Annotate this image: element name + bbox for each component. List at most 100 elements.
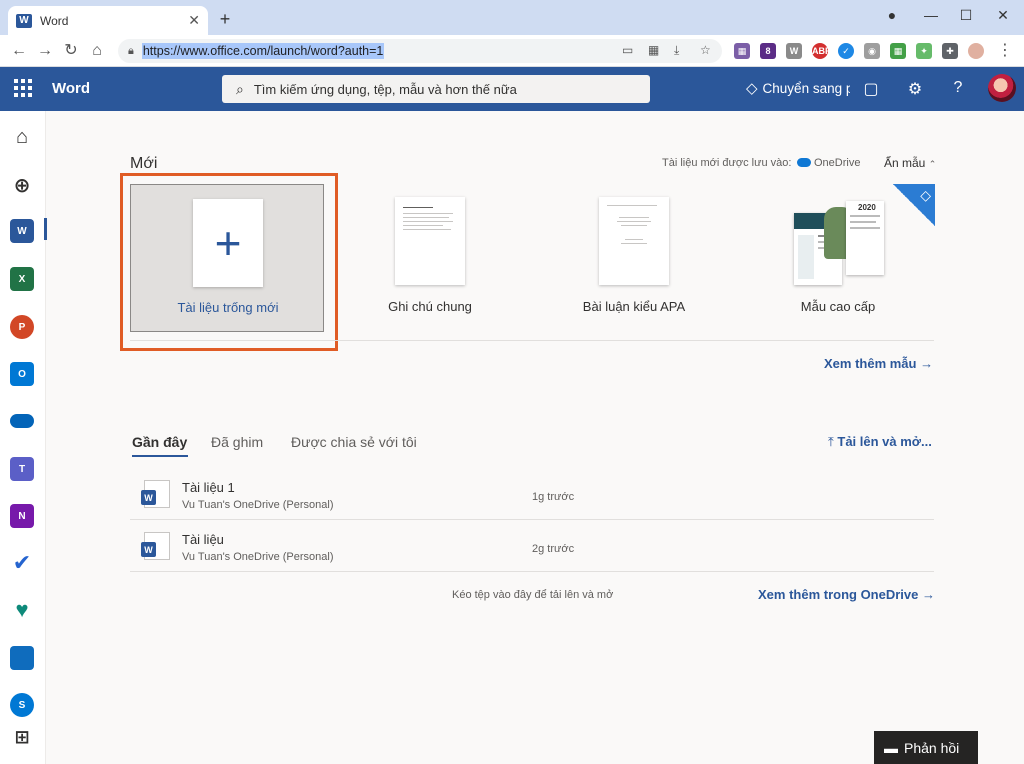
profile-avatar-icon[interactable] [968,43,984,59]
extension-icon[interactable]: ▦ [734,43,750,59]
chevron-up-icon: ⌃ [928,159,937,169]
upload-arrow-icon: ⤒ [828,434,834,449]
outlook-app-icon[interactable]: O [10,362,34,386]
new-section-title: Mới [130,155,158,172]
app-rail: ⌂ ⊕ W X P O T N ✔ ♥ S ⊞ [0,111,47,764]
browser-tab[interactable]: W Word ✕ [8,6,208,35]
bookmark-star-icon[interactable]: ☆ [700,43,711,57]
excel-app-icon[interactable]: X [10,267,34,291]
address-bar[interactable]: 🔒︎ https://www.office.com/launch/word?au… [118,39,722,63]
resume-year: 2020 [858,203,876,212]
extension-badge-icon[interactable]: 8 [760,43,776,59]
leaf-extension-icon[interactable]: ✦ [916,43,932,59]
more-templates-label: Xem thêm mẫu [824,356,917,371]
todo-app-icon[interactable]: ✔ [10,550,34,575]
premium-templates-thumbnail[interactable]: 2020 [794,201,886,285]
new-tab-button[interactable]: + [214,9,236,30]
plus-icon: + [214,217,242,269]
file-name[interactable]: Tài liệu 1 [182,480,235,495]
settings-gear-icon[interactable]: ⚙ [904,79,926,99]
blank-document-label: Tài liệu trống mới [177,300,279,315]
apa-essay-thumbnail[interactable] [599,197,669,285]
diamond-icon: ◇ [920,187,931,203]
file-location: Vu Tuan's OneDrive (Personal) [182,499,334,511]
file-name[interactable]: Tài liệu [182,532,224,547]
puzzle-extensions-icon[interactable]: ✚ [942,43,958,59]
save-location-label: Tài liệu mới được lưu vào: [662,157,792,169]
teams-app-icon[interactable]: T [10,457,34,481]
browser-tab-strip: W Word ✕ + ● — ☐ ✕ [0,0,1024,35]
close-window-button[interactable]: ✕ [988,4,1018,26]
tab-recent[interactable]: Gần đây [132,434,187,450]
cast-icon[interactable]: ▭ [622,43,633,57]
lock-icon[interactable]: 🔒︎ [128,45,134,58]
premium-button[interactable]: ◇ Chuyển sang p [746,79,850,97]
adblock-extension-icon[interactable]: ABP [812,43,831,59]
premium-templates-label[interactable]: Mẫu cao cấp [748,299,928,314]
maximize-button[interactable]: ☐ [951,4,981,26]
create-icon[interactable]: ⊕ [10,173,34,197]
wordpress-extension-icon[interactable]: W [786,43,802,59]
qr-code-icon[interactable]: ▦ [648,43,659,57]
app-name[interactable]: Word [52,80,90,97]
install-app-icon[interactable]: ⤓ [674,43,679,58]
powerpoint-app-icon[interactable]: P [10,315,34,339]
app-launcher-icon[interactable] [14,79,32,97]
help-icon[interactable]: ? [947,79,969,97]
upload-open-button[interactable]: ⤒ Tải lên và mở... [828,434,932,450]
search-placeholder[interactable]: Tìm kiếm ứng dụng, tệp, mẫu và hơn thế n… [254,82,517,97]
hide-templates-label: Ẩn mẫu [884,156,926,170]
calendar-app-icon[interactable] [10,646,34,670]
blank-page-thumbnail: + [193,199,263,287]
general-notes-thumbnail[interactable] [395,197,465,285]
general-notes-label[interactable]: Ghi chú chung [340,299,520,314]
camera-extension-icon[interactable]: ◉ [864,43,880,59]
more-in-onedrive-link[interactable]: Xem thêm trong OneDrive → [758,587,935,602]
onedrive-cloud-icon [797,158,811,167]
close-tab-icon[interactable]: ✕ [188,12,200,29]
apa-essay-label[interactable]: Bài luận kiểu APA [544,299,724,314]
blank-document-card[interactable]: + Tài liệu trống mới [130,184,324,332]
browser-toolbar: ← → ↻ ⌂ 🔒︎ https://www.office.com/launch… [0,35,1024,67]
save-location-link[interactable]: OneDrive [814,157,860,169]
more-templates-link[interactable]: Xem thêm mẫu → [824,356,933,371]
premium-label: Chuyển sang p [762,80,850,96]
file-row[interactable]: W Tài liệu 1 Vu Tuan's OneDrive (Persona… [130,468,934,520]
browser-tab-title: Word [40,13,69,28]
tab-search-icon[interactable]: ● [877,4,907,26]
family-safety-app-icon[interactable]: ♥ [10,597,34,622]
url-text[interactable]: https://www.office.com/launch/word?auth=… [141,43,385,59]
onedrive-app-icon[interactable] [10,414,34,428]
minimize-button[interactable]: — [916,4,946,26]
tab-pinned[interactable]: Đã ghim [211,434,263,450]
home-icon[interactable]: ⌂ [10,125,34,149]
all-apps-icon[interactable]: ⊞ [10,725,34,749]
section-divider [130,340,934,341]
search-icon: ⌕ [236,80,244,97]
user-avatar[interactable] [988,74,1016,102]
office-header: Word ⌕ Tìm kiếm ứng dụng, tệp, mẫu và hơ… [0,67,1024,111]
word-app-icon[interactable]: W [10,219,34,243]
hide-templates-button[interactable]: Ẩn mẫu ⌃ [884,156,936,170]
file-row[interactable]: W Tài liệu Vu Tuan's OneDrive (Personal)… [130,520,934,572]
upload-label: Tải lên và mở... [837,434,932,449]
tab-shared[interactable]: Được chia sẻ với tôi [291,434,417,450]
diamond-icon: ◇ [746,80,758,97]
back-icon[interactable]: ← [8,40,30,62]
drop-hint: Kéo tệp vào đây để tải lên và mở [452,589,614,601]
file-time: 1g trước [532,491,575,503]
grid-extension-icon[interactable]: ▦ [890,43,906,59]
skype-app-icon[interactable]: S [10,693,34,717]
onenote-app-icon[interactable]: N [10,504,34,528]
feedback-button[interactable]: ▬ Phản hồi [874,731,978,764]
browser-menu-icon[interactable]: ⋮ [994,40,1016,62]
feedback-icon: ▬ [884,739,898,756]
forward-icon[interactable]: → [34,40,56,62]
word-document-icon: W [141,532,170,560]
home-icon[interactable]: ⌂ [86,40,108,62]
meet-now-icon[interactable]: ▢ [860,79,882,99]
search-box[interactable]: ⌕ Tìm kiếm ứng dụng, tệp, mẫu và hơn thế… [222,75,650,103]
reload-icon[interactable]: ↻ [60,40,82,62]
more-in-onedrive-label: Xem thêm trong OneDrive [758,587,919,602]
check-extension-icon[interactable]: ✓ [838,43,854,59]
